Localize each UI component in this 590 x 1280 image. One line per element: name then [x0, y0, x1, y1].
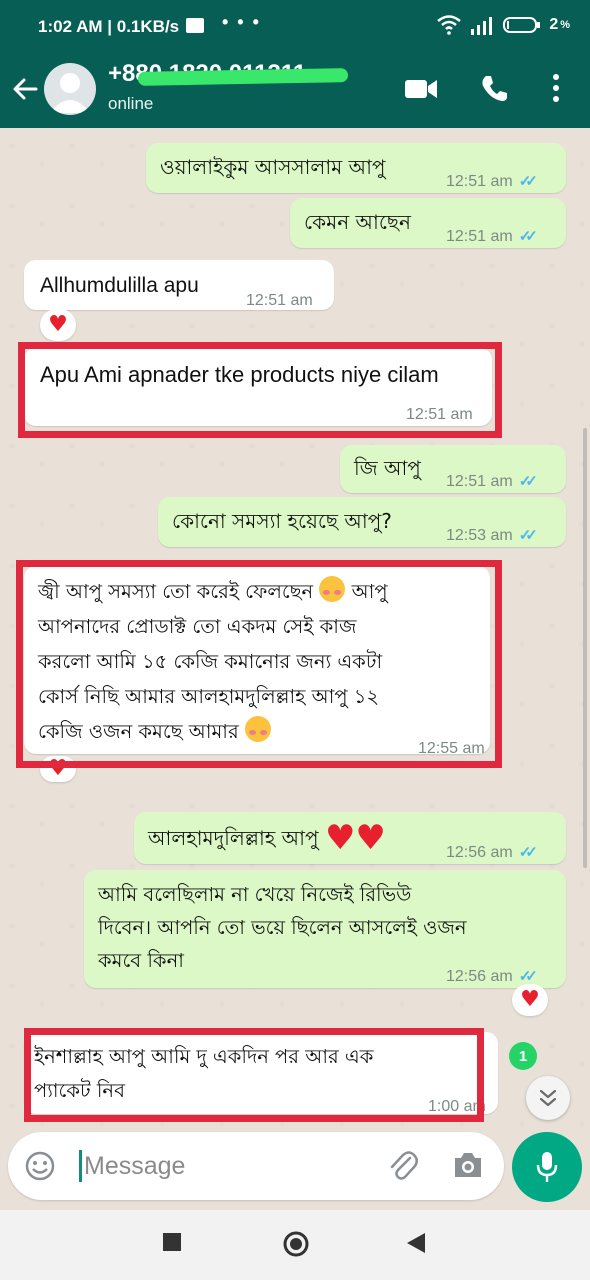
reaction[interactable]: ♥	[40, 756, 76, 782]
message-text: কোনো সমস্যা হয়েছে আপু?	[172, 509, 392, 533]
voice-message-button[interactable]	[512, 1132, 582, 1202]
message-bubble[interactable]: জ্বী আপু সমস্যা তো করেই ফেলছেন আপু আপনাদ…	[24, 566, 490, 757]
status-bar: 1:02 AM | 0.1KB/s • • • 2%	[0, 0, 590, 56]
message-text: আলহামদুলিল্লাহ আপু	[148, 826, 319, 850]
contact-status: online	[108, 94, 154, 113]
message-time: 12:53 am	[446, 527, 513, 544]
read-ticks-icon: ✓✓	[518, 527, 538, 544]
message-time: 12:51 am	[446, 228, 513, 245]
reaction[interactable]: ♥	[512, 984, 548, 1016]
avatar[interactable]	[44, 63, 96, 115]
recents-button[interactable]	[162, 1232, 182, 1252]
read-ticks-icon: ✓✓	[518, 844, 538, 861]
message-bubble[interactable]: Allhumdulilla apu 12:51 am	[24, 260, 334, 310]
status-time: 1:02 AM | 0.1KB/s	[38, 17, 180, 36]
unread-badge: 1	[509, 1042, 537, 1070]
message-bubble[interactable]: কোনো সমস্যা হয়েছে আপু? 12:53 am ✓✓	[158, 497, 566, 547]
message-text: জি আপু	[354, 456, 421, 480]
message-text: Allhumdulilla apu	[40, 274, 199, 297]
mic-icon	[536, 1152, 558, 1182]
read-ticks-icon: ✓✓	[518, 173, 538, 190]
message-bubble[interactable]: Apu Ami apnader tke products niye cilam …	[24, 348, 492, 426]
more-notifications-icon: • • •	[222, 12, 261, 32]
message-input[interactable]	[84, 1146, 374, 1186]
message-text: ইনশাল্লাহ আপু আমি দু একদিন পর আর এক প্যা…	[34, 1045, 374, 1102]
message-bubble[interactable]: ইনশাল্লাহ আপু আমি দু একদিন পর আর এক প্যা…	[24, 1032, 498, 1115]
scrollbar[interactable]	[583, 428, 587, 868]
phone-icon[interactable]	[480, 74, 508, 102]
text-cursor	[79, 1150, 82, 1182]
message-time: 12:51 am	[246, 292, 313, 309]
message-text: কেমন আছেন	[304, 210, 411, 234]
video-call-icon[interactable]	[404, 78, 438, 100]
battery-icon	[503, 17, 541, 33]
wifi-icon	[437, 15, 462, 35]
message-composer	[8, 1132, 504, 1200]
contact-info[interactable]: +880 1820 011311 online	[108, 60, 348, 114]
scroll-to-bottom-button[interactable]	[526, 1076, 570, 1120]
default-avatar-icon	[50, 73, 90, 113]
message-text: আমি বলেছিলাম না খেয়ে নিজেই রিভিউ দিবেন।…	[98, 883, 467, 972]
battery-percent: 2	[549, 16, 559, 33]
reaction[interactable]: ♥	[40, 309, 76, 341]
message-time: 12:56 am	[446, 968, 513, 985]
redaction-mark	[137, 68, 348, 86]
message-bubble[interactable]: কেমন আছেন 12:51 am ✓✓	[290, 198, 566, 248]
status-icons: 2%	[437, 15, 570, 35]
chat-header: +880 1820 011311 online	[0, 56, 590, 128]
chevron-down-icon	[539, 1089, 557, 1107]
more-options-icon[interactable]	[551, 72, 561, 104]
message-time: 12:51 am	[446, 473, 513, 490]
smiling-face-with-hearts-icon	[244, 716, 271, 742]
message-text: জ্বী আপু সমস্যা তো করেই ফেলছেন আপু আপনাদ…	[38, 574, 388, 749]
message-time: 12:51 am	[446, 173, 513, 190]
message-time: 12:55 am	[418, 740, 485, 757]
message-text: Apu Ami apnader tke products niye cilam	[40, 362, 439, 387]
attach-icon[interactable]	[388, 1150, 418, 1182]
back-button[interactable]	[406, 1232, 426, 1254]
contact-name: +880 1820 011311	[108, 60, 348, 90]
home-button[interactable]	[282, 1230, 310, 1258]
heart-icon: ♥	[48, 756, 68, 781]
message-time: 12:56 am	[446, 844, 513, 861]
smiling-face-with-hearts-icon	[319, 576, 346, 602]
signal-icon	[471, 17, 493, 35]
heart-icon: ♥	[520, 987, 540, 1012]
system-nav-bar	[0, 1210, 590, 1280]
message-text: ওয়ালাইকুম আসসালাম আপু	[160, 155, 386, 179]
message-bubble[interactable]: ওয়ালাইকুম আসসালাম আপু 12:51 am ✓✓	[146, 143, 566, 193]
notification-icon	[186, 18, 204, 33]
read-ticks-icon: ✓✓	[518, 228, 538, 245]
message-bubble[interactable]: জি আপু 12:51 am ✓✓	[340, 445, 566, 493]
heart-icon: ♥	[48, 312, 68, 337]
camera-icon[interactable]	[452, 1150, 484, 1180]
heart-icon: ♥♥	[324, 818, 386, 858]
message-bubble[interactable]: আমি বলেছিলাম না খেয়ে নিজেই রিভিউ দিবেন।…	[84, 870, 566, 988]
message-time: 12:51 am	[406, 406, 473, 423]
message-bubble[interactable]: আলহামদুলিল্লাহ আপু ♥♥ 12:56 am ✓✓	[134, 812, 566, 864]
message-time: 1:00 am	[428, 1098, 486, 1115]
read-ticks-icon: ✓✓	[518, 473, 538, 490]
emoji-icon[interactable]	[24, 1150, 56, 1182]
back-arrow-icon[interactable]	[10, 74, 40, 104]
